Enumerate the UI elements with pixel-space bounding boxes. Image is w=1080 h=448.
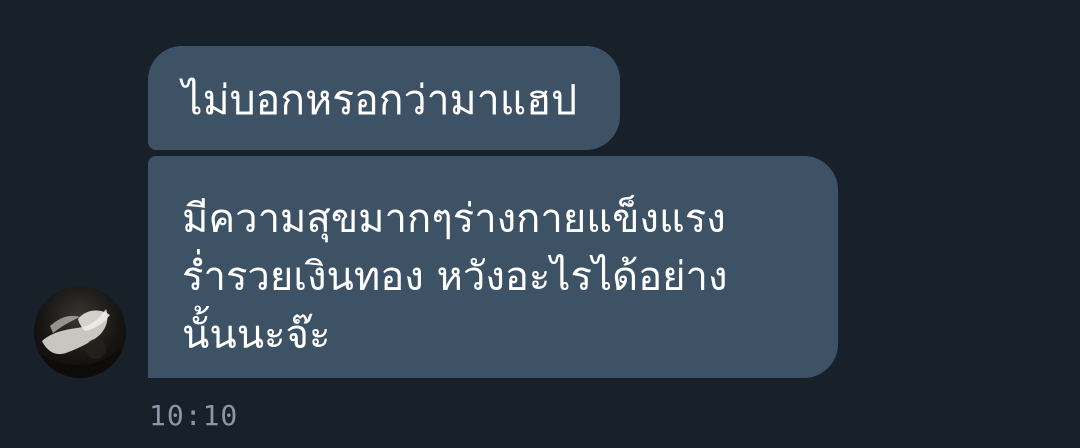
message-bubble[interactable]: ไม่บอกหรอกว่ามาแฮป bbox=[148, 46, 620, 150]
message-timestamp: 10:10 bbox=[149, 399, 239, 432]
message-line: ร่ำรวยเงินทอง หวังอะไรได้อย่าง bbox=[182, 254, 728, 300]
chat-view: ไม่บอกหรอกว่ามาแฮป มีความสุขมากๆร่างกายแ… bbox=[0, 0, 1080, 448]
user-avatar-photo-icon bbox=[34, 309, 126, 378]
message-line: ไม่บอกหรอกว่ามาแฮป bbox=[182, 76, 578, 124]
message-bubble[interactable]: มีความสุขมากๆร่างกายแข็งแรง ร่ำรวยเงินทอ… bbox=[148, 156, 838, 378]
message-line: มีความสุขมากๆร่างกายแข็งแรง bbox=[182, 196, 726, 242]
message-line: นั้นนะจ๊ะ bbox=[182, 312, 331, 358]
sender-avatar[interactable] bbox=[34, 286, 126, 378]
